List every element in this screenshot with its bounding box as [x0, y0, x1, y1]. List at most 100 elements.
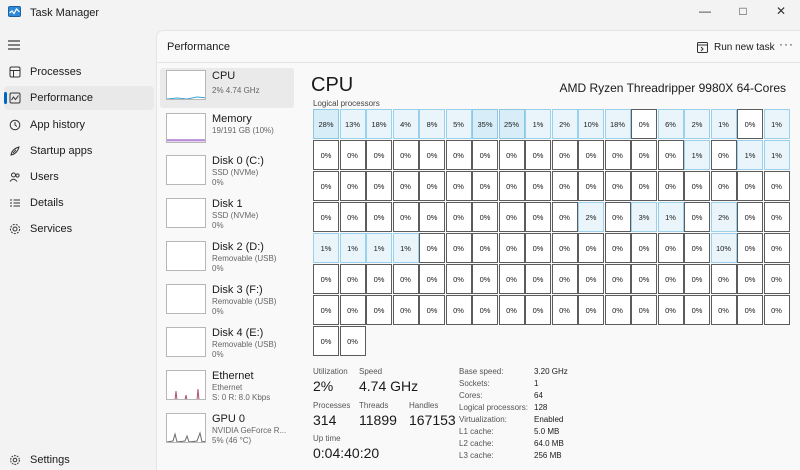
logical-processor-cell: 0% — [551, 264, 578, 294]
speed-value: 4.74 GHz — [359, 378, 419, 394]
resource-name: Disk 0 (C:) — [212, 155, 264, 167]
logical-processor-cell: 0% — [604, 171, 631, 201]
nav-processes[interactable]: Processes — [4, 60, 154, 84]
nav-label: Performance — [30, 92, 93, 104]
logical-processor-cell: 0% — [366, 140, 392, 170]
logical-processor-cell: 0% — [525, 202, 551, 232]
resource-name: CPU — [212, 70, 236, 82]
close-icon: ✕ — [775, 4, 787, 18]
resource-usage: 0% — [212, 221, 224, 230]
resource-detail: Removable (USB) — [212, 297, 277, 306]
logical-processor-cell: 2% — [578, 202, 604, 232]
nav-performance[interactable]: Performance — [4, 86, 154, 110]
logical-processor-cell: 0% — [419, 171, 445, 201]
logical-processor-cell: 0% — [684, 171, 710, 201]
startup-apps-icon — [8, 144, 22, 158]
logical-processor-cell: 1% — [684, 140, 710, 170]
logical-processor-cell: 0% — [339, 295, 366, 325]
logical-processor-cell: 0% — [419, 140, 445, 170]
logical-processor-cell: 0% — [525, 264, 551, 294]
resource-detail: 19/191 GB (10%) — [212, 126, 274, 135]
logical-processor-cell: 0% — [366, 171, 392, 201]
resource-name: GPU 0 — [212, 413, 246, 425]
nav-settings[interactable]: Settings — [4, 448, 154, 470]
logical-processor-cell: 0% — [551, 202, 578, 232]
logical-processor-cell: 0% — [604, 264, 631, 294]
logical-processor-cell: 0% — [419, 295, 445, 325]
logical-processor-cell: 0% — [737, 109, 763, 139]
nav-services[interactable]: Services — [4, 217, 154, 241]
l2-cache-label: L2 cache: — [459, 439, 494, 448]
nav-label: Services — [30, 223, 73, 235]
nav-users[interactable]: Users — [4, 165, 154, 189]
logical-processor-cell: 0% — [684, 264, 710, 294]
logical-processor-cell: 0% — [737, 233, 763, 263]
disk-mini-graph — [166, 327, 206, 357]
resource-disk-0[interactable]: Disk 0 (C:) SSD (NVMe) 0% — [160, 153, 294, 193]
logical-processor-cell: 1% — [763, 109, 790, 139]
logical-processor-cell: 0% — [419, 202, 445, 232]
logical-processor-cell: 0% — [737, 171, 763, 201]
run-task-icon — [697, 41, 708, 53]
logical-processor-cell: 0% — [657, 264, 684, 294]
resource-memory[interactable]: Memory 19/191 GB (10%) — [160, 111, 294, 151]
uptime-value: 0:04:40:20 — [313, 445, 380, 461]
logical-processor-cell: 0% — [392, 140, 419, 170]
logical-processor-cell: 0% — [339, 202, 366, 232]
resource-disk-4[interactable]: Disk 4 (E:) Removable (USB) 0% — [160, 325, 294, 365]
resource-disk-1[interactable]: Disk 1 SSD (NVMe) 0% — [160, 196, 294, 236]
resource-gpu-0[interactable]: GPU 0 NVIDIA GeForce R... 5% (46 °C) — [160, 411, 294, 451]
logical-processor-cell: 0% — [763, 264, 790, 294]
performance-icon — [8, 91, 22, 105]
resource-ethernet[interactable]: Ethernet Ethernet S: 0 R: 8.0 Kbps — [160, 368, 294, 408]
logical-processor-cell: 0% — [498, 295, 525, 325]
nav-startup-apps[interactable]: Startup apps — [4, 139, 154, 163]
resource-usage: 0% — [212, 264, 224, 273]
logical-processor-cell: 1% — [339, 233, 366, 263]
logical-processor-cell: 0% — [710, 140, 737, 170]
nav-app-history[interactable]: App history — [4, 113, 154, 137]
logical-processor-cell: 0% — [578, 295, 604, 325]
threads-value: 11899 — [359, 412, 397, 428]
l2-cache-value: 64.0 MB — [534, 439, 564, 448]
logical-processor-cell: 0% — [392, 295, 419, 325]
resource-cpu[interactable]: CPU 2% 4.74 GHz — [160, 68, 294, 108]
uptime-label: Up time — [313, 434, 341, 443]
resource-disk-3[interactable]: Disk 3 (F:) Removable (USB) 0% — [160, 282, 294, 322]
maximize-icon: □ — [739, 4, 747, 18]
close-button[interactable]: ✕ — [762, 0, 800, 22]
l1-cache-label: L1 cache: — [459, 427, 494, 436]
logical-processor-cell: 1% — [710, 109, 737, 139]
processes-icon — [8, 65, 22, 79]
selection-indicator — [4, 92, 7, 104]
users-icon — [8, 170, 22, 184]
logical-processor-cell: 0% — [578, 233, 604, 263]
logical-processor-cell: 2% — [684, 109, 710, 139]
ethernet-mini-graph — [166, 370, 206, 400]
more-options-button[interactable]: ··· — [779, 37, 794, 51]
logical-processor-cell: 0% — [445, 264, 472, 294]
maximize-button[interactable]: □ — [724, 0, 762, 22]
resource-name: Ethernet — [212, 370, 254, 382]
logical-processor-cell: 1% — [763, 140, 790, 170]
run-new-task-button[interactable]: Run new task — [697, 37, 775, 57]
gpu-mini-graph — [166, 413, 206, 443]
cpu-heading: CPU — [311, 74, 354, 96]
nav-label: Startup apps — [30, 145, 93, 157]
logical-processor-cell: 0% — [631, 171, 657, 201]
nav-details[interactable]: Details — [4, 191, 154, 215]
logical-processor-cell: 1% — [657, 202, 684, 232]
logical-processor-cell: 0% — [551, 295, 578, 325]
resource-usage: 0% — [212, 350, 224, 359]
logical-processor-cell: 0% — [313, 264, 339, 294]
services-icon — [8, 222, 22, 236]
l3-cache-value: 256 MB — [534, 451, 562, 460]
logical-processor-cell: 0% — [631, 109, 657, 139]
minimize-button[interactable]: — — [686, 0, 724, 22]
run-new-task-label: Run new task — [714, 41, 775, 53]
logical-processor-cell: 0% — [472, 140, 498, 170]
resource-usage: S: 0 R: 8.0 Kbps — [212, 393, 271, 402]
nav-label: Processes — [30, 66, 82, 78]
resource-disk-2[interactable]: Disk 2 (D:) Removable (USB) 0% — [160, 239, 294, 279]
hamburger-menu-icon[interactable] — [5, 36, 23, 54]
